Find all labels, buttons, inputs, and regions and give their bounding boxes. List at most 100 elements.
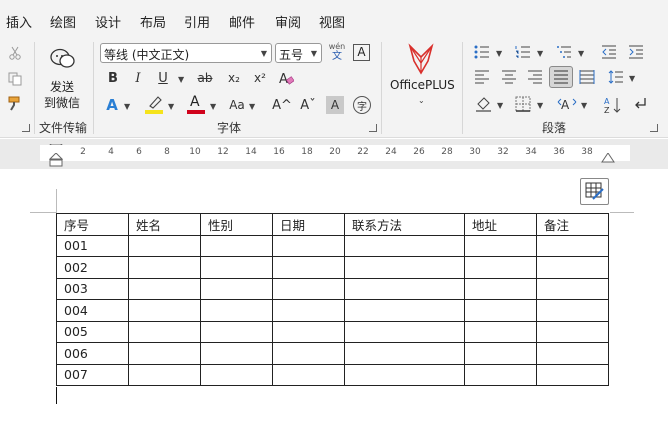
table-cell[interactable]	[128, 299, 201, 322]
line-spacing-icon[interactable]	[607, 69, 625, 85]
table-cell[interactable]	[200, 299, 273, 322]
copy-icon[interactable]	[6, 70, 24, 88]
table-cell[interactable]	[272, 363, 345, 386]
table-cell[interactable]	[200, 320, 273, 343]
table-cell[interactable]	[128, 234, 201, 257]
align-right-icon[interactable]	[526, 69, 544, 85]
chevron-down-icon[interactable]: ▼	[124, 102, 130, 111]
table-cell[interactable]	[344, 342, 465, 365]
menu-insert[interactable]: 插入	[6, 12, 32, 31]
increase-indent-icon[interactable]	[627, 44, 645, 60]
table-cell[interactable]	[128, 277, 201, 300]
table-cell[interactable]	[536, 342, 609, 365]
table-header-cell[interactable]: 日期	[272, 213, 345, 236]
bullets-icon[interactable]	[473, 44, 491, 60]
chevron-down-icon[interactable]: ▼	[178, 75, 184, 84]
italic-button[interactable]: I	[129, 69, 147, 87]
menu-view[interactable]: 视图	[319, 12, 345, 31]
character-border-button[interactable]: A	[353, 44, 370, 61]
table-cell[interactable]	[200, 256, 273, 279]
table-cell[interactable]	[344, 299, 465, 322]
numbering-icon[interactable]	[514, 44, 532, 60]
text-effects-button[interactable]: A	[102, 95, 122, 115]
table-header-cell[interactable]: 性别	[200, 213, 273, 236]
shrink-font-button[interactable]: Aˇ	[298, 96, 318, 114]
table-cell[interactable]	[536, 299, 609, 322]
table-cell[interactable]	[200, 363, 273, 386]
chevron-down-icon[interactable]: ▼	[210, 102, 216, 111]
font-family-select[interactable]: 等线 (中文正文) ▼	[100, 43, 272, 63]
menu-mailings[interactable]: 邮件	[229, 12, 255, 31]
table-cell[interactable]	[128, 363, 201, 386]
table-cell[interactable]	[464, 342, 537, 365]
superscript-button[interactable]: x²	[250, 69, 270, 87]
table-cell[interactable]	[272, 256, 345, 279]
table-header-cell[interactable]: 姓名	[128, 213, 201, 236]
table-cell[interactable]	[272, 320, 345, 343]
chevron-down-icon[interactable]: ▼	[497, 101, 503, 110]
change-case-button[interactable]: Aa	[226, 96, 248, 114]
table-cell[interactable]	[536, 234, 609, 257]
menu-review[interactable]: 审阅	[275, 12, 301, 31]
bold-button[interactable]: B	[104, 69, 122, 87]
right-indent-marker[interactable]	[601, 152, 615, 163]
subscript-button[interactable]: x₂	[224, 69, 244, 87]
font-color-button[interactable]: A	[186, 94, 206, 115]
decrease-indent-icon[interactable]	[600, 44, 618, 60]
distributed-icon[interactable]	[578, 69, 596, 85]
table-cell[interactable]: 003	[56, 277, 129, 300]
character-shading-button[interactable]: A	[326, 96, 344, 114]
table-cell[interactable]	[344, 256, 465, 279]
table-header-cell[interactable]: 序号	[56, 213, 129, 236]
table-cell[interactable]	[464, 234, 537, 257]
menu-draw[interactable]: 绘图	[50, 12, 76, 31]
send-to-wechat-button[interactable]: 发送 到微信	[40, 46, 88, 114]
paragraph-shading-icon[interactable]	[474, 95, 494, 113]
align-center-icon[interactable]	[500, 69, 518, 85]
table-cell[interactable]	[128, 256, 201, 279]
format-painter-icon[interactable]	[6, 95, 24, 113]
horizontal-ruler[interactable]: 2 4 6 8 10 12 14 16 18 20 22 24 26 28 30 32 34 36 38	[40, 145, 630, 161]
table-cell[interactable]	[272, 342, 345, 365]
table-cell[interactable]	[272, 234, 345, 257]
cut-icon[interactable]	[6, 44, 24, 62]
phonetic-guide-button[interactable]: wén 文	[328, 42, 346, 62]
underline-button[interactable]: U	[154, 69, 172, 87]
table-cell[interactable]	[536, 256, 609, 279]
table-header-cell[interactable]: 地址	[464, 213, 537, 236]
chevron-down-icon[interactable]: ▼	[168, 102, 174, 111]
table-cell[interactable]: 002	[56, 256, 129, 279]
chevron-down-icon[interactable]: ▼	[629, 74, 635, 83]
clear-formatting-icon[interactable]: A	[276, 69, 296, 87]
table-cell[interactable]: 004	[56, 299, 129, 322]
multilevel-list-icon[interactable]	[555, 44, 573, 60]
table-cell[interactable]	[128, 320, 201, 343]
table-header-cell[interactable]: 联系方法	[344, 213, 465, 236]
menu-layout[interactable]: 布局	[140, 12, 166, 31]
table-cell[interactable]: 007	[56, 363, 129, 386]
justify-icon[interactable]	[549, 66, 573, 88]
table-cell[interactable]	[200, 342, 273, 365]
show-paragraph-marks-icon[interactable]	[630, 95, 650, 113]
table-cell[interactable]	[200, 234, 273, 257]
table-cell[interactable]	[272, 299, 345, 322]
table-header-cell[interactable]: 备注	[536, 213, 609, 236]
menu-design[interactable]: 设计	[95, 12, 121, 31]
table-layout-options-button[interactable]	[580, 178, 609, 205]
table-cell[interactable]	[200, 277, 273, 300]
table-cell[interactable]	[344, 234, 465, 257]
left-indent-marker[interactable]	[48, 152, 64, 167]
table-cell[interactable]: 001	[56, 234, 129, 257]
grow-font-button[interactable]: A^	[272, 96, 292, 114]
chevron-down-icon[interactable]: ▼	[578, 49, 584, 58]
strikethrough-button[interactable]: ab	[194, 69, 216, 87]
borders-icon[interactable]	[514, 95, 532, 113]
paragraph-launcher-icon[interactable]	[650, 124, 658, 132]
officeplus-button[interactable]: OfficePLUS ⌄	[386, 42, 456, 114]
data-table[interactable]: 序号 姓名 性别 日期 联系方法 地址 备注 001 002 003 004 005 006 007	[56, 213, 609, 386]
table-cell[interactable]	[344, 277, 465, 300]
table-cell[interactable]	[272, 277, 345, 300]
font-size-select[interactable]: 五号 ▼	[275, 43, 322, 63]
table-cell[interactable]: 006	[56, 342, 129, 365]
table-cell[interactable]	[464, 299, 537, 322]
